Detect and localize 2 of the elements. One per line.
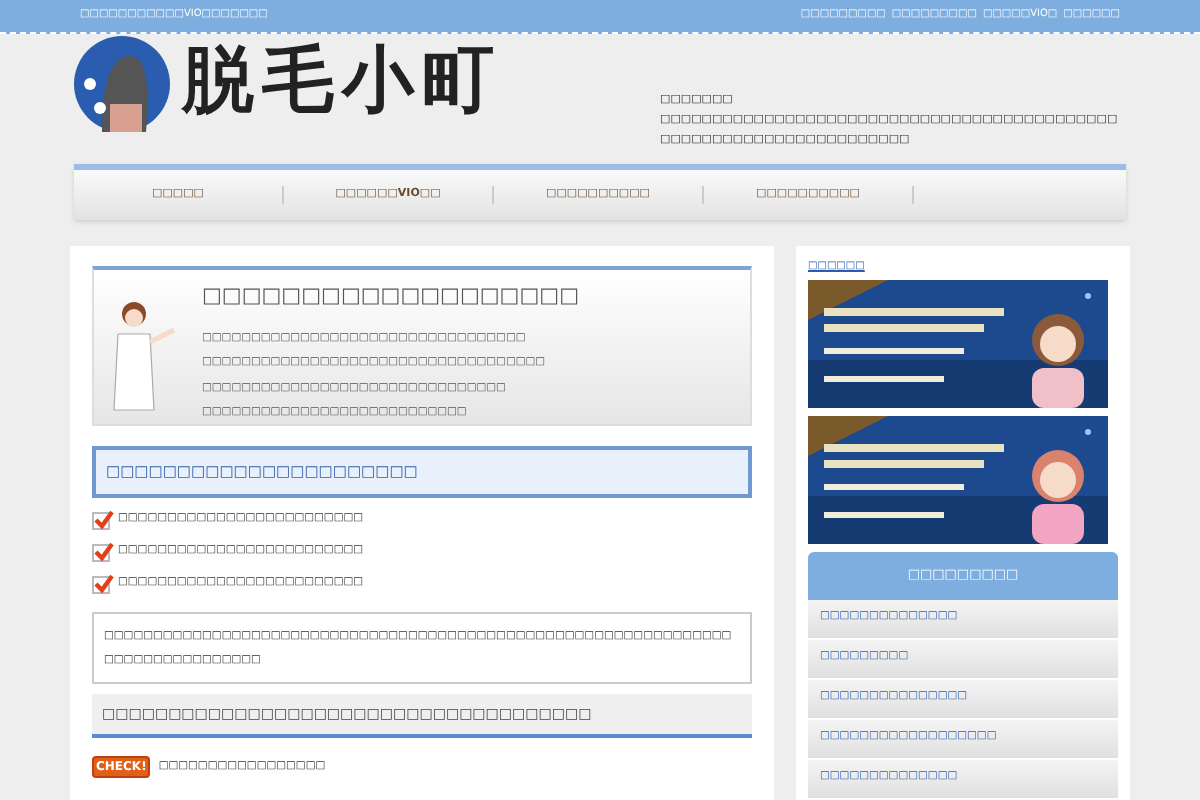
intro-title: □□□□□□□□□□□□□□□□□□□ xyxy=(202,282,579,312)
site-logo: 脱毛小町 xyxy=(182,46,502,118)
